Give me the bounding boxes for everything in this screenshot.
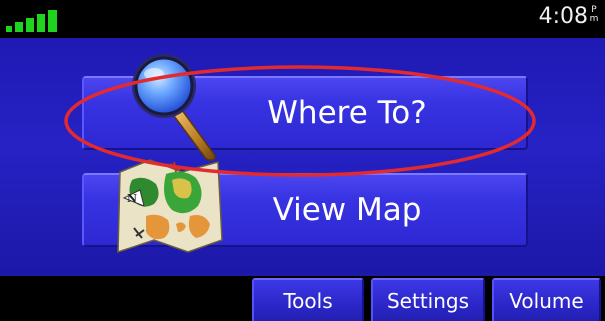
volume-button[interactable]: Volume: [492, 278, 601, 321]
tools-button[interactable]: Tools: [252, 278, 364, 321]
main-menu-panel: Where To? View Map: [0, 38, 605, 276]
status-bar: 4:08 Pm: [0, 0, 605, 38]
volume-label: Volume: [509, 288, 584, 313]
svg-text:N: N: [127, 192, 137, 205]
settings-button[interactable]: Settings: [371, 278, 485, 321]
magnifier-icon: [132, 54, 216, 161]
clock: 4:08 Pm: [539, 4, 599, 30]
clock-ampm: Pm: [589, 5, 599, 24]
folded-map-icon: N: [117, 159, 223, 254]
clock-time: 4:08: [538, 4, 588, 29]
signal-strength-icon: [6, 10, 57, 32]
where-to-label: Where To?: [267, 95, 427, 131]
settings-label: Settings: [386, 288, 470, 313]
view-map-label: View Map: [272, 192, 422, 228]
tools-label: Tools: [283, 288, 333, 313]
